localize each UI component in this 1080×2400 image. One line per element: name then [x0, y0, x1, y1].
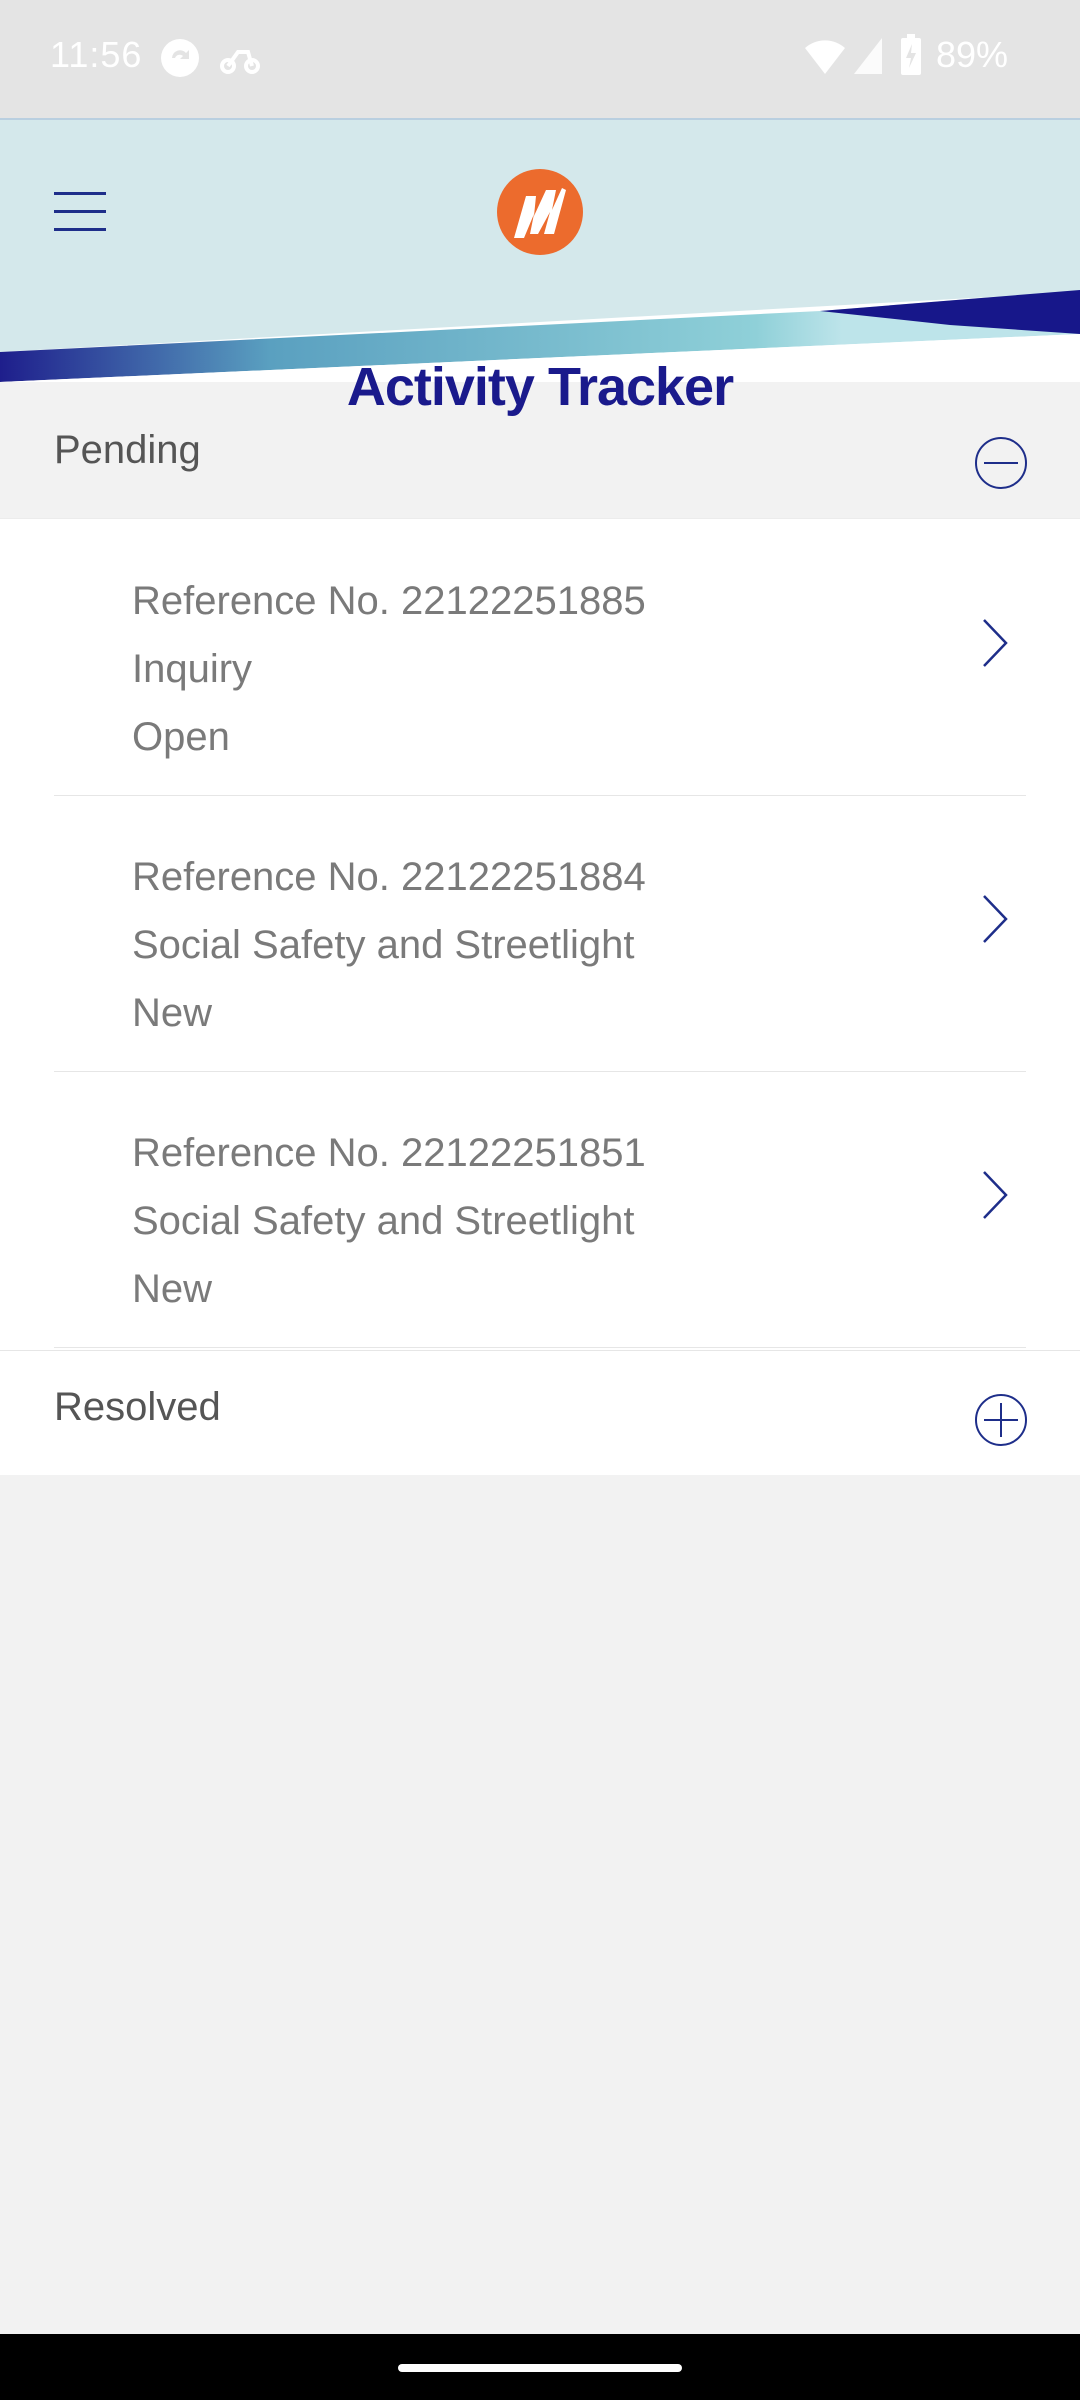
list-item[interactable]: Reference No. 22122251885 Inquiry Open	[54, 519, 1026, 796]
resolved-section-header[interactable]: Resolved	[0, 1350, 1080, 1475]
status-bar: 11:56 89%	[0, 0, 1080, 118]
expand-plus-icon[interactable]	[974, 1393, 1028, 1447]
reference-number: Reference No. 22122251851	[132, 1131, 646, 1175]
request-category: Social Safety and Streetlight	[132, 1199, 635, 1243]
reference-number: Reference No. 22122251884	[132, 855, 646, 899]
request-category: Inquiry	[132, 647, 253, 691]
signal-icon	[854, 38, 882, 74]
meralco-logo	[497, 169, 583, 255]
pending-section-header[interactable]: Pending	[0, 416, 1080, 518]
page-title: Activity Tracker	[346, 357, 734, 417]
wifi-icon	[805, 40, 845, 74]
chevron-right-icon[interactable]	[980, 893, 1010, 945]
battery-percentage: 89%	[935, 34, 1008, 75]
collapse-minus-icon[interactable]	[974, 436, 1028, 490]
hamburger-menu-icon[interactable]	[54, 192, 108, 232]
list-item[interactable]: Reference No. 22122251851 Social Safety …	[54, 1071, 1026, 1348]
reference-number: Reference No. 22122251885	[132, 579, 646, 623]
pending-label: Pending	[54, 428, 201, 472]
scooter-icon	[220, 50, 260, 74]
chevron-right-icon[interactable]	[980, 617, 1010, 669]
request-status: New	[132, 1267, 213, 1311]
resolved-label: Resolved	[54, 1385, 221, 1429]
pending-list: Reference No. 22122251885 Inquiry Open R…	[0, 518, 1080, 1351]
system-navigation-bar	[0, 2334, 1080, 2400]
status-time: 11:56	[50, 34, 143, 75]
battery-icon	[901, 34, 921, 75]
sync-icon	[161, 39, 199, 77]
request-status: Open	[132, 715, 230, 759]
request-status: New	[132, 991, 213, 1035]
chevron-right-icon[interactable]	[980, 1169, 1010, 1221]
request-category: Social Safety and Streetlight	[132, 923, 635, 967]
list-item[interactable]: Reference No. 22122251884 Social Safety …	[54, 795, 1026, 1072]
home-gesture-handle[interactable]	[398, 2364, 682, 2372]
app-header	[0, 118, 1080, 382]
